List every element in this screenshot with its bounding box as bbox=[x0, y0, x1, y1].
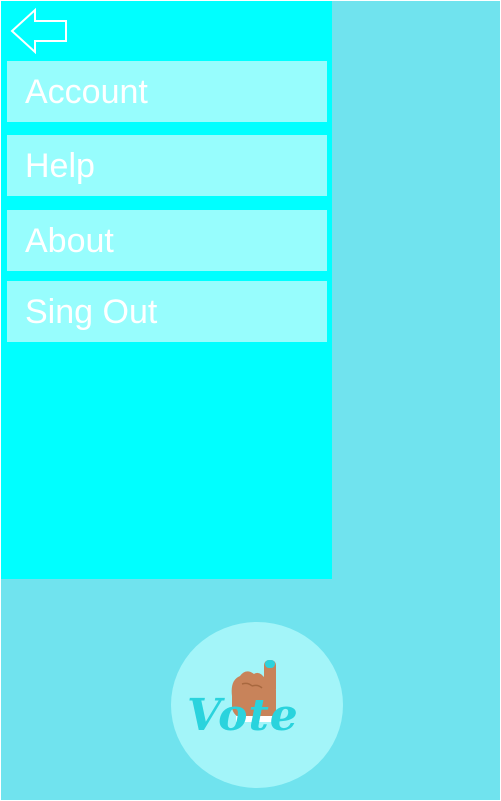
menu-item-label: About bbox=[25, 221, 114, 260]
vote-logo[interactable]: Vote bbox=[171, 622, 343, 788]
menu-item-sign-out[interactable]: Sing Out bbox=[7, 281, 327, 342]
menu-item-label: Help bbox=[25, 146, 95, 185]
menu-item-help[interactable]: Help bbox=[7, 135, 327, 196]
menu-item-label: Sing Out bbox=[25, 292, 158, 331]
menu-item-label: Account bbox=[25, 72, 148, 111]
back-arrow-icon bbox=[10, 7, 67, 55]
menu-item-account[interactable]: Account bbox=[7, 61, 327, 122]
app-screen: Account Help About Sing Out Vote bbox=[1, 1, 500, 800]
menu-item-about[interactable]: About bbox=[7, 210, 327, 271]
navigation-drawer: Account Help About Sing Out bbox=[1, 1, 332, 579]
back-button[interactable] bbox=[10, 7, 70, 55]
vote-logo-text: Vote bbox=[187, 690, 299, 741]
